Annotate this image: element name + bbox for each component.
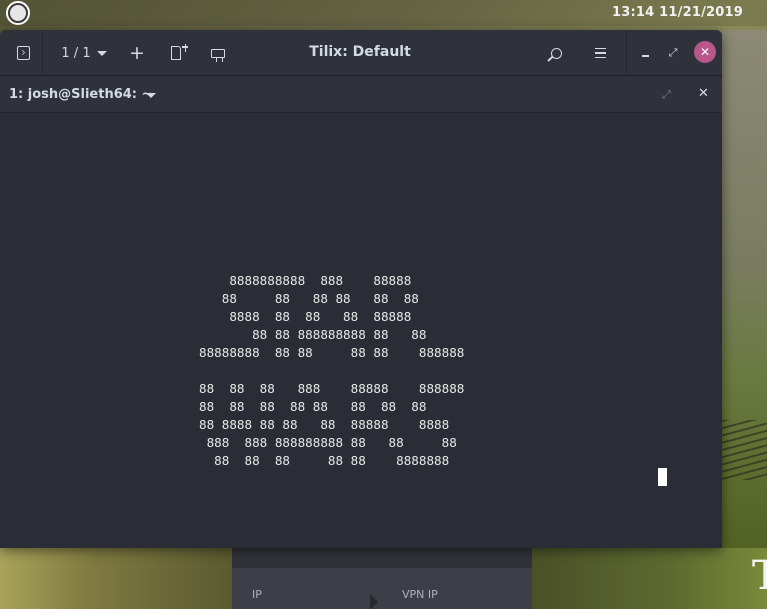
chevron-down-icon[interactable] xyxy=(146,93,156,98)
terminal-area[interactable]: 8888888888 888 88888 88 88 88 88 88 88 8… xyxy=(0,114,722,548)
vpn-ip-label: VPN IP xyxy=(402,588,438,601)
header-separator xyxy=(42,30,43,76)
menu-line xyxy=(594,52,606,54)
window-title: Tilix: Default xyxy=(309,44,411,60)
session-count-label: 1 / 1 xyxy=(61,45,91,61)
top-panel: 13:14 11/21/2019 xyxy=(0,0,767,26)
ip-label: IP xyxy=(252,588,262,601)
header-separator xyxy=(626,30,627,76)
background-app-panel: IP VPN IP xyxy=(232,548,532,609)
search-icon xyxy=(550,47,562,59)
terminal-line: 88888888 88 88 88 88 888888 xyxy=(199,345,465,360)
terminal-line: 88 88 888888888 88 88 xyxy=(199,327,427,342)
terminal-line: 88 88 88 88 88 8888888 xyxy=(199,453,450,468)
wallpaper-bottom-left xyxy=(0,548,232,609)
terminal-line: 88 88 88 88 88 88 xyxy=(199,291,419,306)
wallpaper-right xyxy=(722,30,767,609)
minimize-icon xyxy=(641,55,649,57)
terminal-line: 88 8888 88 88 88 88888 8888 xyxy=(199,417,450,432)
add-session-button[interactable]: + xyxy=(126,39,148,67)
wallpaper-bottom-right xyxy=(531,548,767,609)
menu-line xyxy=(594,56,606,59)
arrow-right-icon xyxy=(370,594,378,609)
activities-button[interactable] xyxy=(6,1,30,25)
session-switcher-button[interactable]: 1 / 1 xyxy=(54,39,114,67)
split-icon xyxy=(171,44,188,60)
panel-clock[interactable]: 13:14 11/21/2019 xyxy=(612,5,743,20)
terminal-line: 88 88 88 888 88888 888888 xyxy=(199,381,465,396)
sync-input-button[interactable] xyxy=(207,39,229,67)
terminal-title[interactable]: 1: josh@Slieth64: ~ xyxy=(9,87,152,102)
wallpaper-branches xyxy=(722,420,767,480)
sessions-sidebar-button[interactable] xyxy=(10,39,36,67)
background-app-strip xyxy=(232,548,532,568)
terminal-line: 8888 88 88 88 88888 xyxy=(199,309,412,324)
hamburger-menu-button[interactable] xyxy=(590,39,610,67)
menu-line xyxy=(594,47,606,50)
terminal-line: 888 888 888888888 88 88 88 xyxy=(199,435,457,450)
tilix-window: 1 / 1 + Tilix: Default ⤢ ✕ 1: josh@Sliet… xyxy=(0,30,722,548)
split-terminal-button[interactable] xyxy=(166,39,188,67)
header-bar: 1 / 1 + Tilix: Default ⤢ ✕ xyxy=(0,30,722,76)
maximize-button[interactable]: ⤢ xyxy=(664,39,682,67)
close-window-button[interactable]: ✕ xyxy=(694,41,716,63)
desktop-corner-letter: T xyxy=(752,553,767,599)
chevron-down-icon xyxy=(96,50,107,56)
terminal-line: 88 88 88 88 88 88 88 88 xyxy=(199,399,427,414)
terminal-line: 8888888888 888 88888 xyxy=(199,273,412,288)
terminal-icon xyxy=(16,46,30,60)
terminal-maximize-button[interactable]: ⤢ xyxy=(662,88,671,102)
terminal-cursor xyxy=(658,468,667,486)
ascii-art-output: 8888888888 888 88888 88 88 88 88 88 88 8… xyxy=(199,272,464,470)
search-button[interactable] xyxy=(545,39,567,67)
terminal-title-bar: 1: josh@Slieth64: ~ ⤢ ✕ xyxy=(0,77,722,113)
terminal-close-button[interactable]: ✕ xyxy=(698,86,709,101)
minimize-button[interactable] xyxy=(636,39,654,67)
circle-icon xyxy=(10,5,26,21)
monitor-icon xyxy=(211,48,225,62)
